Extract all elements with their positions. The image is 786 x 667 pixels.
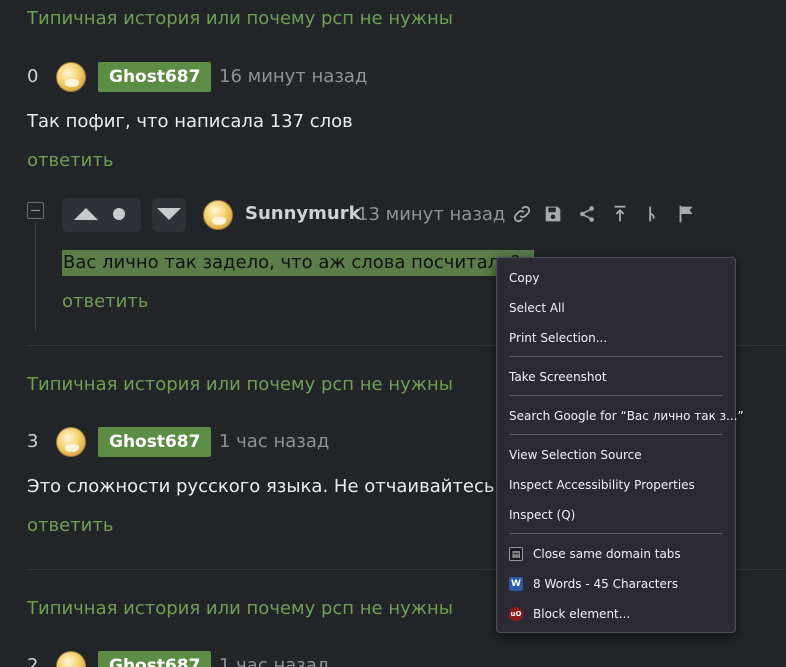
menu-separator [509,356,723,357]
avatar[interactable] [203,200,233,230]
comment-rating: 3 [27,431,39,452]
menu-item-block-element[interactable]: uO Block element... [509,601,723,627]
post-title-link[interactable]: Типичная история или почему рсп не нужны [27,374,453,395]
context-menu: Copy Select All Print Selection... Take … [496,257,744,633]
reply-link[interactable]: ответить [62,291,148,312]
branch-icon[interactable] [641,203,663,225]
menu-item-take-screenshot[interactable]: Take Screenshot [509,364,723,390]
save-icon[interactable] [542,203,564,225]
avatar[interactable] [56,427,86,457]
comment-rating: 2 [27,655,39,667]
menu-item-view-selection-source[interactable]: View Selection Source [509,442,723,468]
comment-time[interactable]: 1 час назад [219,655,329,667]
menu-separator [509,533,723,534]
username-badge[interactable]: Ghost687 [98,427,212,457]
post-title-link[interactable]: Типичная история или почему рсп не нужны [27,598,453,619]
reply-link[interactable]: ответить [27,515,113,536]
comment-text: Так пофиг, что написала 137 слов [27,111,353,132]
post-title-link[interactable]: Типичная история или почему рсп не нужны [27,8,453,29]
tabs-extension-icon: ▤ [509,547,523,561]
menu-item-inspect-accessibility[interactable]: Inspect Accessibility Properties [509,472,723,498]
menu-item-print-selection[interactable]: Print Selection... [509,325,723,351]
menu-item-copy[interactable]: Copy [509,265,723,291]
downvote-icon[interactable] [157,208,181,220]
menu-item-label: Close same domain tabs [533,547,681,561]
nested-username[interactable]: Sunnymurk [245,203,361,224]
link-icon[interactable] [511,203,533,225]
comment-time[interactable]: 1 час назад [219,431,329,452]
comment-time[interactable]: 16 минут назад [219,66,367,87]
menu-item-close-same-domain[interactable]: ▤ Close same domain tabs [509,541,723,567]
menu-separator [509,395,723,396]
menu-item-search-google[interactable]: Search Google for “Вас лично так з...” [509,403,744,429]
reply-link[interactable]: ответить [27,150,113,171]
word-count-extension-icon: W [509,577,523,591]
menu-item-label: 8 Words - 45 Characters [533,577,679,591]
share-icon[interactable] [576,203,598,225]
ublock-icon: uO [509,607,523,621]
vote-neutral-icon [113,208,125,220]
nested-comment-time[interactable]: 13 минут назад [357,204,505,225]
selected-comment-text: Вас лично так задело, что аж слова посчи… [62,250,534,276]
menu-item-word-count[interactable]: W 8 Words - 45 Characters [509,571,723,597]
comment-rating: 0 [27,66,39,87]
menu-item-inspect[interactable]: Inspect (Q) [509,502,723,528]
upvote-icon[interactable] [74,208,98,220]
comment-feed: Типичная история или почему рсп не нужны… [0,0,786,667]
comment-text: Это сложности русского языка. Не отчаива… [27,476,495,497]
menu-item-label: Block element... [533,607,631,621]
flag-icon[interactable] [675,203,697,225]
username-badge[interactable]: Ghost687 [98,62,212,92]
menu-separator [509,434,723,435]
username-badge[interactable]: Ghost687 [98,651,212,667]
thread-line [35,222,36,332]
menu-item-select-all[interactable]: Select All [509,295,723,321]
scroll-top-icon[interactable] [609,203,631,225]
collapse-thread-button[interactable] [27,202,44,219]
avatar[interactable] [56,651,86,667]
avatar[interactable] [56,62,86,92]
